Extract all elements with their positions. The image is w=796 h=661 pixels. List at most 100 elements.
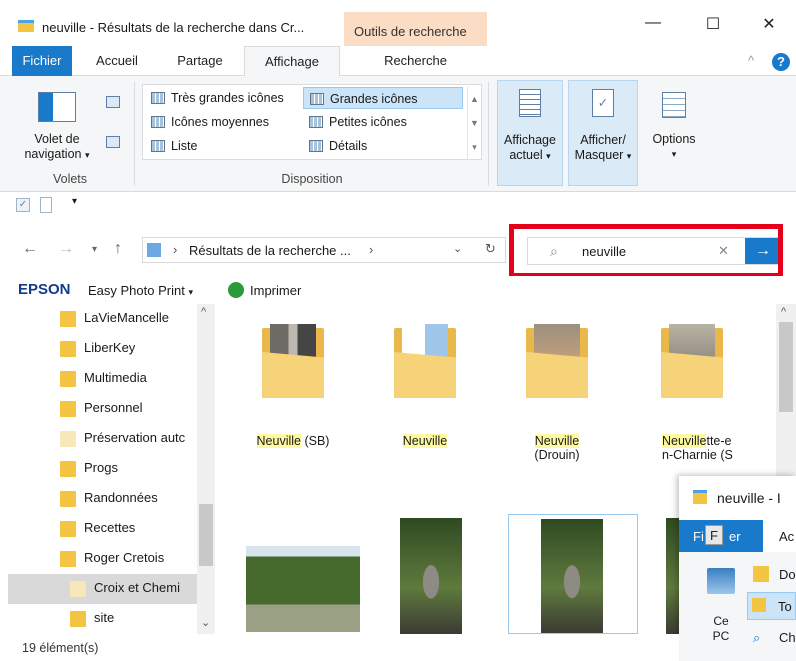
tree-item[interactable]: Préservation autc	[0, 424, 197, 454]
layout-list[interactable]: Liste	[145, 135, 301, 157]
tab-home[interactable]: Ac	[779, 529, 794, 544]
file-item[interactable]: Neuville (Drouin)	[512, 324, 602, 462]
close-button[interactable]: ✕	[754, 14, 784, 34]
file-item[interactable]: Neuville	[380, 324, 470, 448]
help-icon[interactable]: ?	[772, 53, 790, 71]
minimize-button[interactable]: —	[638, 14, 668, 34]
tab-file[interactable]: Fichier	[12, 46, 72, 76]
tab-search[interactable]: Recherche	[344, 46, 487, 76]
tab-home[interactable]: Accueil	[82, 46, 152, 76]
tree-item[interactable]: Recettes	[0, 514, 197, 544]
options-button[interactable]: Options ▾	[644, 80, 704, 160]
annotation-highlight-box	[509, 224, 783, 278]
nav-scrollbar[interactable]: ^ ⌄	[197, 304, 215, 634]
image-thumbnail[interactable]	[400, 518, 462, 634]
easy-photo-print-button[interactable]: Easy Photo Print ▾	[88, 283, 193, 298]
properties-icon[interactable]: ✓	[16, 198, 30, 212]
search-icon: ⌕	[753, 630, 761, 645]
list-icon	[151, 140, 165, 152]
gallery-scroll[interactable]: ▲ ▼ ▾	[467, 87, 481, 159]
status-bar: 19 élément(s)	[0, 634, 679, 661]
tree-item[interactable]: Multimedia	[0, 364, 197, 394]
folder-icon	[60, 521, 76, 537]
tree-item[interactable]: Progs	[0, 454, 197, 484]
tree-item[interactable]: LiberKey	[0, 334, 197, 364]
up-arrow-icon[interactable]: ↑	[114, 240, 122, 258]
show-hide-label-1: Afficher/	[580, 133, 626, 147]
maximize-button[interactable]: ☐	[698, 14, 728, 34]
folder-icon	[18, 20, 34, 32]
tab-share[interactable]: Partage	[162, 46, 238, 76]
tab-file[interactable]: Fi F er	[679, 520, 763, 552]
back-arrow-icon[interactable]: ←	[22, 240, 38, 258]
window-title: neuville - Résultats de la recherche dan…	[42, 20, 305, 35]
navigation-pane-icon[interactable]	[38, 92, 76, 122]
image-thumbnail-selected[interactable]	[508, 514, 638, 634]
second-explorer-window[interactable]: neuville - I Fi F er Ac Ce PC Do To ⌕ Ch	[679, 476, 796, 661]
layout-label: Liste	[171, 139, 198, 153]
preview-pane-icon[interactable]	[106, 96, 120, 108]
scrollbar-thumb[interactable]	[779, 322, 793, 412]
layout-medium-icons[interactable]: Icônes moyennes	[145, 111, 301, 133]
scroll-down-icon[interactable]: ⌄	[201, 616, 210, 629]
scroll-up-icon[interactable]: ^	[781, 306, 786, 318]
navigation-pane-label-1: Volet de	[34, 132, 80, 146]
group-separator	[134, 82, 135, 186]
layout-small-icons[interactable]: Petites icônes	[303, 111, 463, 133]
tree-item[interactable]: Randonnées	[0, 484, 197, 514]
layout-details[interactable]: Détails	[303, 135, 463, 157]
ribbon-item-label: To	[778, 599, 792, 614]
current-view-button[interactable]: Affichage actuel ▾	[497, 80, 563, 186]
this-pc-icon[interactable]	[707, 568, 735, 594]
file-item[interactable]: Neuville (SB)	[248, 324, 338, 448]
address-path[interactable]: Résultats de la recherche ...	[189, 243, 351, 258]
dropdown-arrow-icon: ▾	[188, 287, 193, 297]
scrollbar-thumb[interactable]	[199, 504, 213, 566]
folder-icon	[60, 341, 76, 357]
layout-large-icons[interactable]: Grandes icônes	[303, 87, 463, 109]
context-tab-label: Outils de recherche	[354, 24, 467, 39]
folder-thumbnail-icon	[526, 324, 588, 398]
forward-arrow-icon[interactable]: →	[58, 240, 74, 258]
tree-item[interactable]: Roger Cretois	[0, 544, 197, 574]
collapse-ribbon-icon[interactable]: ^	[748, 53, 754, 68]
options-icon	[662, 92, 686, 118]
ribbon-item[interactable]: Ch	[779, 630, 796, 645]
current-view-icon	[519, 89, 541, 117]
print-icon[interactable]	[228, 282, 244, 298]
tree-item[interactable]: Personnel	[0, 394, 197, 424]
show-hide-button[interactable]: ✓ Afficher/ Masquer ▾	[568, 80, 638, 186]
dropdown-arrow-icon: ▾	[626, 151, 632, 161]
title-bar: neuville - Résultats de la recherche dan…	[0, 0, 796, 46]
file-item[interactable]: Neuvillette-en-Charnie (S	[644, 324, 740, 462]
layout-extra-large-icons[interactable]: Très grandes icônes	[145, 87, 301, 109]
context-tab-search-tools[interactable]: Outils de recherche	[344, 12, 487, 46]
tree-item[interactable]: LaVieMancelle	[0, 304, 197, 334]
ribbon-item[interactable]: Do	[779, 567, 796, 582]
recent-locations-icon[interactable]: ▾	[92, 244, 97, 255]
epson-logo: EPSON	[18, 281, 71, 298]
new-folder-icon[interactable]	[40, 197, 52, 213]
tab-view[interactable]: Affichage	[244, 46, 340, 77]
address-dropdown-icon[interactable]: ⌄	[453, 242, 462, 255]
image-thumbnail[interactable]	[246, 546, 360, 632]
options-label: Options	[652, 132, 696, 146]
tree-item-label: Personnel	[84, 400, 143, 415]
file-name-match: Neuville	[402, 434, 448, 448]
address-bar[interactable]: › Résultats de la recherche ... › ⌄ ↻	[142, 237, 506, 263]
customize-qat-icon[interactable]: ▾	[72, 196, 77, 207]
refresh-icon[interactable]: ↻	[485, 241, 496, 257]
tree-item-label: Randonnées	[84, 490, 158, 505]
tree-item-selected[interactable]: Croix et Chemi	[8, 574, 197, 604]
dropdown-arrow-icon: ▾	[671, 149, 677, 159]
navigation-pane-button[interactable]: Volet de navigation ▾	[14, 132, 100, 163]
file-name-match: Neuville	[256, 434, 301, 448]
scroll-up-icon[interactable]: ^	[201, 306, 206, 318]
tree-item[interactable]: site	[0, 604, 197, 634]
content-scrollbar[interactable]: ^	[776, 304, 796, 476]
details-pane-icon[interactable]	[106, 136, 120, 148]
ribbon-item-selected[interactable]: To	[747, 592, 796, 620]
tree-item-label: LiberKey	[84, 340, 136, 355]
print-button[interactable]: Imprimer	[250, 283, 301, 298]
current-view-label-2: actuel	[509, 148, 543, 162]
